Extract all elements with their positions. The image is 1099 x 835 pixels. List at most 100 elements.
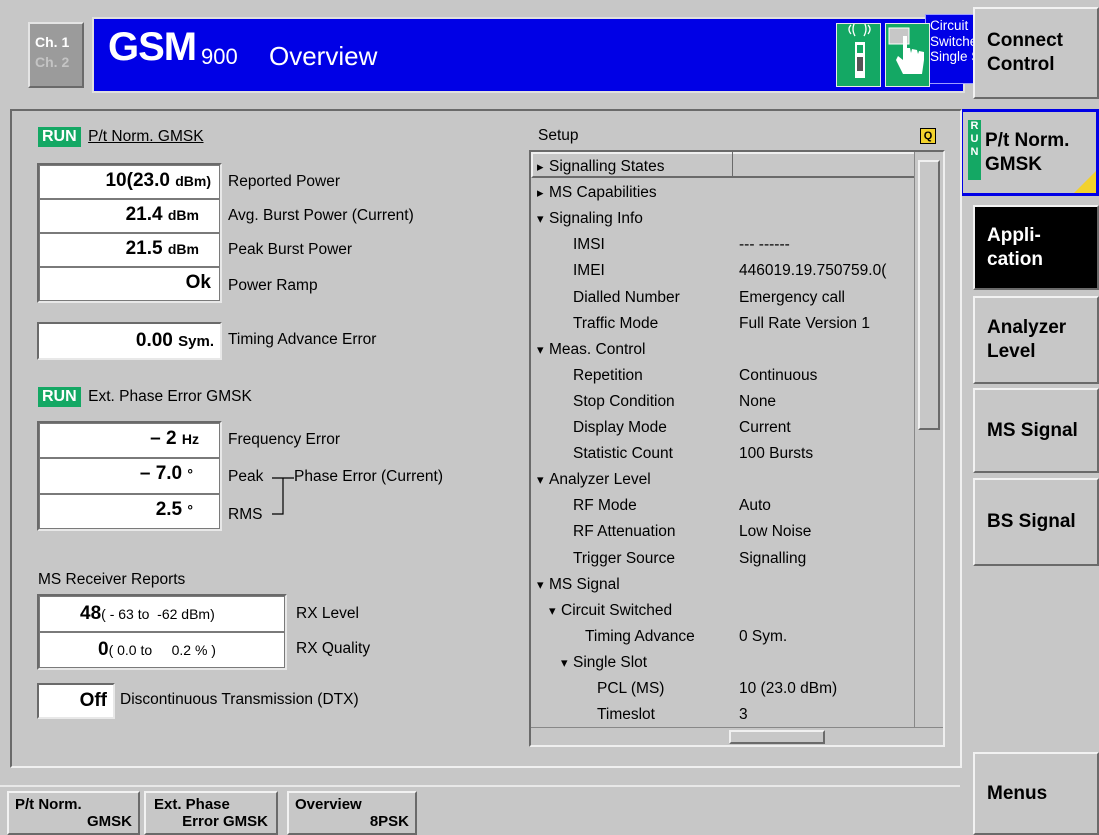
setup-row-value xyxy=(739,155,914,178)
setup-row-label: Signaling Info xyxy=(549,210,643,227)
mobile-phone-signal-icon xyxy=(836,21,881,87)
analyzer-level-button[interactable]: Analyzer Level xyxy=(973,296,1099,384)
bottom-tab-ext-phase-error[interactable]: Ext. Phase Error GMSK xyxy=(144,791,278,835)
setup-row[interactable]: ▸ Signalling States xyxy=(537,155,664,178)
setup-row-label: Dialled Number xyxy=(573,289,680,306)
setup-row[interactable]: Display Mode xyxy=(573,416,667,439)
setup-row-value xyxy=(739,651,914,674)
setup-row[interactable]: Traffic Mode xyxy=(573,312,658,335)
setup-row[interactable]: RF Mode xyxy=(573,494,637,517)
run-badge: RUN xyxy=(38,387,81,407)
setup-row-label: IMEI xyxy=(573,262,605,279)
setup-row[interactable]: RF Attenuation xyxy=(573,520,676,543)
expand-down-icon[interactable]: ▾ xyxy=(561,651,573,674)
horizontal-scrollbar[interactable] xyxy=(531,727,943,745)
receiver-reports-title: MS Receiver Reports xyxy=(38,571,186,588)
setup-row-label: Signalling States xyxy=(549,158,665,175)
setup-row[interactable]: Stop Condition xyxy=(573,390,675,413)
tab-line1: P/t Norm. xyxy=(15,796,82,813)
setup-title: Setup xyxy=(538,127,579,144)
hscroll-thumb[interactable] xyxy=(729,730,825,744)
setup-row[interactable]: Timing Advance xyxy=(585,625,695,648)
setup-row-label: Repetition xyxy=(573,367,643,384)
timing-advance-error-label: Timing Advance Error xyxy=(228,331,377,348)
rms-label: RMS xyxy=(228,506,263,523)
setup-row-label: RF Attenuation xyxy=(573,523,676,540)
title-bar: GSM 900 Overview xyxy=(92,17,965,93)
ms-signal-button[interactable]: MS Signal xyxy=(973,388,1099,473)
run-badge: RUN xyxy=(38,127,81,147)
tab-line2: 8PSK xyxy=(369,813,409,830)
expand-down-icon[interactable]: ▾ xyxy=(537,338,549,361)
tab-line2: Error GMSK xyxy=(182,813,268,830)
setup-row[interactable]: Trigger Source xyxy=(573,547,675,570)
setup-row-value: 10 (23.0 dBm) xyxy=(739,680,838,697)
setup-row[interactable]: Timeslot xyxy=(597,703,655,726)
channel-selector[interactable]: Ch. 1 Ch. 2 xyxy=(28,22,84,88)
setup-row[interactable]: Dialled Number xyxy=(573,286,680,309)
scrollbar-thumb[interactable] xyxy=(918,160,940,430)
channel-2-label: Ch. 2 xyxy=(35,54,70,70)
setup-row-value: 100 Bursts xyxy=(739,445,814,462)
pt-section-title[interactable]: P/t Norm. GMSK xyxy=(88,128,203,145)
power-ramp-value: Ok xyxy=(39,267,220,301)
vertical-scrollbar[interactable] xyxy=(914,152,943,727)
peak-burst-power-label: Peak Burst Power xyxy=(228,241,353,258)
setup-row[interactable]: ▾ Circuit Switched xyxy=(549,599,672,622)
application-label: Appli- cation xyxy=(987,224,1043,270)
tab-line1: Overview xyxy=(295,796,362,813)
setup-row-label: Meas. Control xyxy=(549,341,646,358)
setup-row[interactable]: PCL (MS) xyxy=(597,677,664,700)
application-button[interactable]: Appli- cation xyxy=(973,205,1099,290)
setup-row-value xyxy=(739,599,914,622)
hand-pointer-icon[interactable] xyxy=(885,23,930,87)
setup-row[interactable]: ▾ Signaling Info xyxy=(537,207,643,230)
bottom-tab-bar xyxy=(0,785,960,787)
expand-down-icon[interactable]: ▾ xyxy=(537,468,549,491)
setup-row-label: Display Mode xyxy=(573,419,667,436)
setup-row[interactable]: ▸ MS Capabilities xyxy=(537,181,657,204)
peak-label: Peak xyxy=(228,468,264,485)
reported-power-label: Reported Power xyxy=(228,173,341,190)
tab-line1: Ext. Phase xyxy=(154,796,230,813)
expand-right-icon[interactable]: ▸ xyxy=(537,155,549,178)
connect-control-button[interactable]: Connect Control xyxy=(973,7,1099,99)
pt-section-header: RUN P/t Norm. GMSK xyxy=(38,127,204,147)
bottom-tab-overview-8psk[interactable]: Overview 8PSK xyxy=(287,791,417,835)
avg-burst-power-label: Avg. Burst Power (Current) xyxy=(228,207,414,224)
rms-phase-value: 2.5 ° xyxy=(39,494,220,529)
setup-row-value: Auto xyxy=(739,497,771,514)
rx-level-value: 48( - 63 to -62 dBm) xyxy=(39,596,285,632)
phase-section-title[interactable]: Ext. Phase Error GMSK xyxy=(88,388,252,405)
run-indicator: R U N xyxy=(968,120,981,180)
setup-row[interactable]: Statistic Count xyxy=(573,442,673,465)
bs-signal-button[interactable]: BS Signal xyxy=(973,478,1099,566)
pt-norm-gmsk-label: P/t Norm. GMSK xyxy=(985,129,1070,175)
setup-row-label: Timing Advance xyxy=(585,628,695,645)
setup-corner-icon[interactable]: Q xyxy=(920,128,936,144)
setup-row-value: 446019.19.750759.0( xyxy=(739,262,887,279)
setup-tree[interactable]: ▸ Signalling States ▸ MS Capabilities ▾ Signa… xyxy=(529,150,945,747)
expand-down-icon[interactable]: ▾ xyxy=(537,573,549,596)
band-label: 900 xyxy=(201,44,238,69)
setup-row[interactable]: IMSI xyxy=(573,233,605,256)
expand-right-icon[interactable]: ▸ xyxy=(537,181,549,204)
pt-norm-gmsk-softkey[interactable]: R U N P/t Norm. GMSK xyxy=(960,109,1099,196)
setup-row-label: Circuit Switched xyxy=(561,602,673,619)
setup-row[interactable]: ▾ MS Signal xyxy=(537,573,620,596)
setup-row[interactable]: Repetition xyxy=(573,364,643,387)
setup-row-label: Single Slot xyxy=(573,654,648,671)
expand-down-icon[interactable]: ▾ xyxy=(537,207,549,230)
corner-triangle-icon xyxy=(1074,171,1096,193)
setup-row-value: Emergency call xyxy=(739,289,845,306)
dtx-value: Off xyxy=(37,683,115,719)
setup-row[interactable]: ▾ Meas. Control xyxy=(537,338,645,361)
expand-down-icon[interactable]: ▾ xyxy=(549,599,561,622)
setup-row[interactable]: IMEI xyxy=(573,259,605,282)
bs-signal-label: BS Signal xyxy=(987,511,1076,532)
menus-button[interactable]: Menus xyxy=(973,752,1099,835)
rx-quality-value: 0( 0.0 to 0.2 % ) xyxy=(39,632,285,668)
setup-row[interactable]: ▾ Analyzer Level xyxy=(537,468,651,491)
setup-row[interactable]: ▾ Single Slot xyxy=(561,651,647,674)
bottom-tab-pt-norm-gmsk[interactable]: P/t Norm. GMSK xyxy=(7,791,140,835)
